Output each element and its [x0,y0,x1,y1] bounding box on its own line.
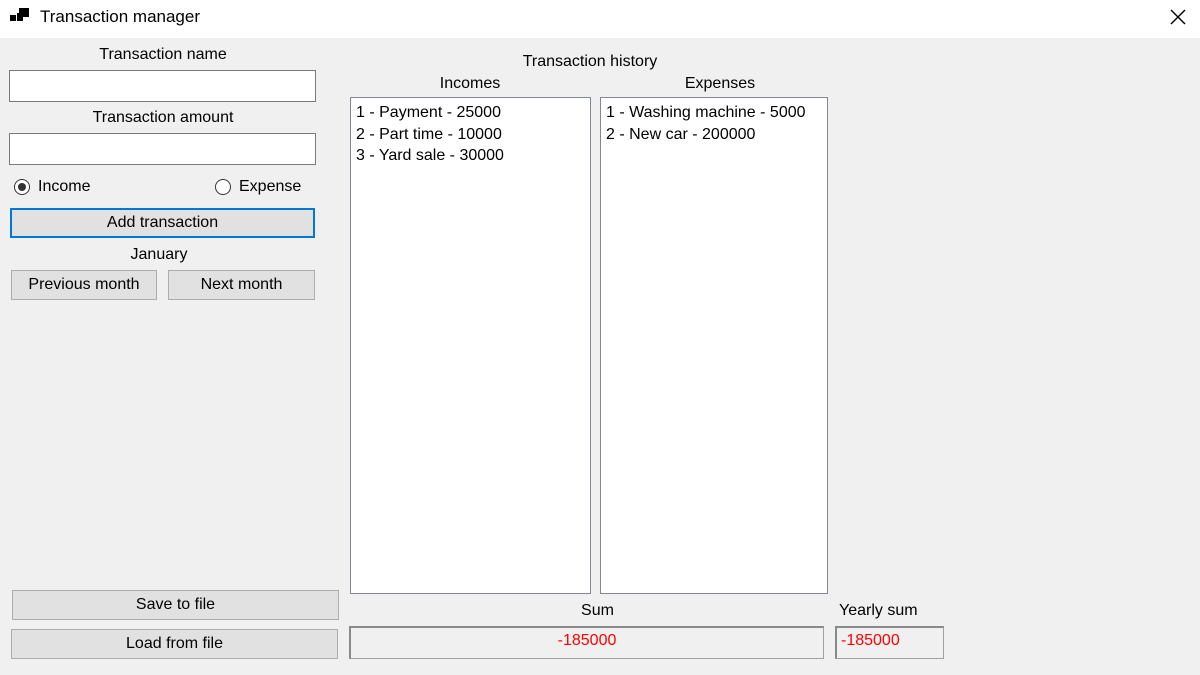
incomes-label: Incomes [439,75,501,92]
income-radio-circle[interactable] [14,179,30,195]
incomes-list[interactable]: 1 - Payment - 25000 2 - Part time - 1000… [350,97,591,594]
transaction-name-label: Transaction name [99,46,227,63]
transaction-amount-label: Transaction amount [92,109,234,126]
add-transaction-button[interactable]: Add transaction [10,208,315,238]
sum-value: -185000 [349,626,824,659]
expenses-list[interactable]: 1 - Washing machine - 5000 2 - New car -… [600,97,828,594]
transaction-history-title: Transaction history [522,53,658,70]
list-item[interactable]: 2 - New car - 200000 [606,124,822,146]
list-item[interactable]: 1 - Washing machine - 5000 [606,102,822,124]
previous-month-button[interactable]: Previous month [11,270,157,300]
transaction-name-input[interactable] [9,70,316,102]
transaction-amount-input[interactable] [9,133,316,165]
window-title: Transaction manager [40,7,201,26]
window-app-icon [10,8,29,21]
next-month-button[interactable]: Next month [168,270,315,300]
sum-label: Sum [581,602,614,619]
list-item[interactable]: 3 - Yard sale - 30000 [356,145,585,167]
close-button[interactable] [1156,0,1200,34]
expenses-label: Expenses [684,75,756,92]
expense-radio-label: Expense [239,178,302,195]
close-icon [1170,9,1186,25]
income-radio[interactable]: Income [14,175,90,199]
expense-radio[interactable]: Expense [215,175,301,199]
list-item[interactable]: 1 - Payment - 25000 [356,102,585,124]
expense-radio-circle[interactable] [215,179,231,195]
income-radio-label: Income [38,178,91,195]
load-from-file-button[interactable]: Load from file [11,629,338,659]
yearly-sum-label: Yearly sum [839,602,918,619]
yearly-sum-value: -185000 [835,626,944,659]
save-to-file-button[interactable]: Save to file [12,590,339,620]
current-month-label: January [130,246,188,263]
list-item[interactable]: 2 - Part time - 10000 [356,124,585,146]
